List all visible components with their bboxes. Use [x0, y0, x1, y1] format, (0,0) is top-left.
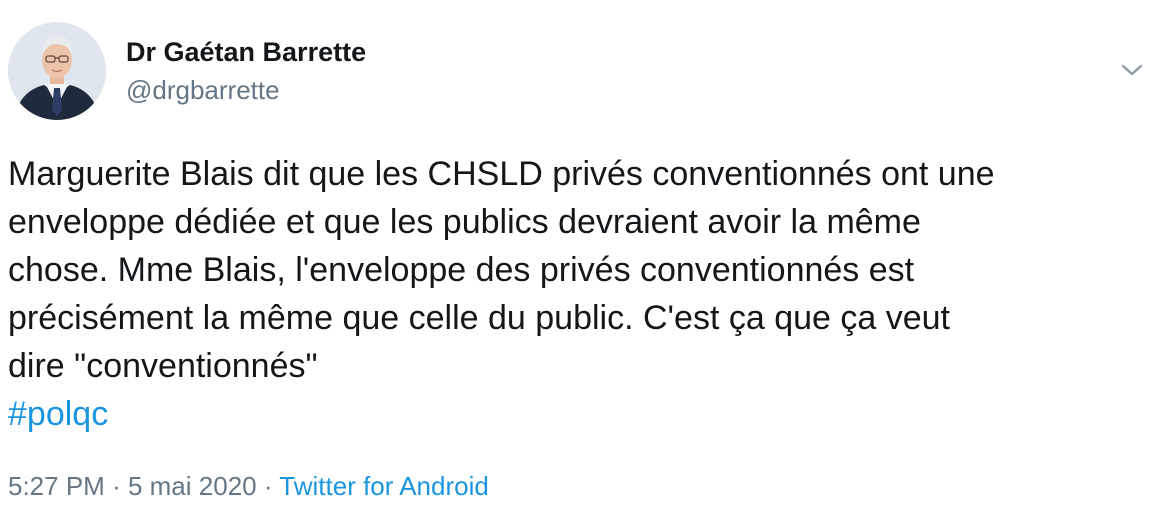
avatar-photo	[8, 22, 106, 120]
source-link[interactable]: Twitter for Android	[279, 471, 489, 501]
tweet-meta: 5:27 PM · 5 mai 2020 · Twitter for Andro…	[8, 470, 489, 502]
display-name[interactable]: Dr Gaétan Barrette	[126, 36, 366, 68]
avatar[interactable]	[8, 22, 106, 120]
tweet-card: Dr Gaétan Barrette @drgbarrette Margueri…	[0, 0, 1176, 516]
handle[interactable]: @drgbarrette	[126, 75, 280, 105]
tweet-date[interactable]: 5 mai 2020	[128, 471, 257, 501]
meta-separator: ·	[263, 471, 273, 501]
tweet-time[interactable]: 5:27 PM	[8, 471, 105, 501]
meta-separator: ·	[112, 471, 121, 501]
tweet-text: Marguerite Blais dit que les CHSLD privé…	[8, 155, 995, 385]
hashtag-link[interactable]: #polqc	[8, 390, 108, 438]
more-options-button[interactable]	[1114, 54, 1150, 86]
chevron-down-icon	[1121, 64, 1143, 76]
